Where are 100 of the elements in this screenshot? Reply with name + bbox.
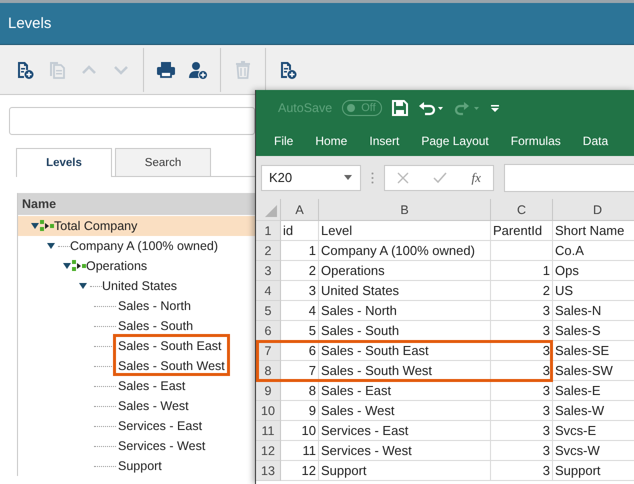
table-cell: 2 [491, 281, 553, 301]
table-cell: ParentId [491, 221, 553, 241]
insert-function-button[interactable]: fx [472, 170, 481, 186]
row-header[interactable]: 11 [256, 421, 281, 441]
tree-item[interactable]: Sales - West [18, 396, 255, 416]
formula-input[interactable] [504, 164, 634, 192]
table-cell: 3 [491, 361, 553, 381]
tree-item[interactable]: Sales - South East [18, 336, 255, 356]
column-header[interactable]: D [553, 199, 634, 221]
table-cell: 2 [281, 261, 319, 281]
table-cell: 3 [491, 341, 553, 361]
tree-item[interactable]: Services - East [18, 416, 255, 436]
table-cell: Ops [553, 261, 634, 281]
table-cell: Services - East [319, 421, 491, 441]
dropdown-icon[interactable] [344, 175, 352, 180]
row-header[interactable]: 3 [256, 261, 281, 281]
tree-item[interactable]: United States [18, 276, 255, 296]
column-header[interactable]: C [491, 199, 553, 221]
ribbon-tab[interactable]: File [274, 134, 294, 148]
table-cell: Sales - South West [319, 361, 491, 381]
column-header[interactable]: A [281, 199, 319, 221]
table-cell: Short Name [553, 221, 634, 241]
table-cell: 5 [281, 321, 319, 341]
table-cell: 1 [281, 241, 319, 261]
table-cell: 10 [281, 421, 319, 441]
table-cell: Support [553, 461, 634, 481]
table-cell [491, 241, 553, 261]
tree-item[interactable]: Operations [18, 256, 255, 276]
name-box[interactable]: K20 [261, 164, 361, 190]
column-header[interactable]: B [319, 199, 491, 221]
table-cell: Sales - South [319, 321, 491, 341]
search-field[interactable] [9, 107, 255, 135]
tab[interactable]: Levels [16, 148, 112, 177]
table-cell: Level [319, 221, 491, 241]
tree-item[interactable]: Sales - East [18, 376, 255, 396]
row-header[interactable]: 10 [256, 401, 281, 421]
table-cell: 6 [281, 341, 319, 361]
row-header[interactable]: 2 [256, 241, 281, 261]
hierarchy-icon [40, 219, 54, 233]
table-cell: 3 [491, 301, 553, 321]
table-cell: US [553, 281, 634, 301]
row-header[interactable]: 12 [256, 441, 281, 461]
table-cell: Svcs-E [553, 421, 634, 441]
ribbon-tab[interactable]: Data [582, 134, 608, 148]
table-cell: United States [319, 281, 491, 301]
row-header[interactable]: 4 [256, 281, 281, 301]
expand-arrow-icon[interactable] [62, 261, 72, 271]
tree-item[interactable]: Sales - South [18, 316, 255, 336]
table-cell: Sales-SW [553, 361, 634, 381]
save-icon[interactable] [392, 100, 408, 116]
expand-arrow-icon[interactable] [78, 281, 88, 291]
tree-item[interactable]: Sales - North [18, 296, 255, 316]
table-cell: 3 [491, 321, 553, 341]
table-cell: 3 [491, 461, 553, 481]
grip-icon [371, 172, 374, 184]
table-cell: 12 [281, 461, 319, 481]
row-header[interactable]: 9 [256, 381, 281, 401]
ribbon-tab[interactable]: Page Layout [421, 134, 489, 148]
tree-item[interactable]: Company A (100% owned) [18, 236, 255, 256]
row-header[interactable]: 13 [256, 461, 281, 481]
autosave-label: AutoSave [278, 100, 332, 114]
expand-arrow-icon[interactable] [30, 221, 40, 231]
table-cell: Sales - South East [319, 341, 491, 361]
table-cell: Operations [319, 261, 491, 281]
table-cell: 3 [491, 421, 553, 441]
tree-item[interactable]: Sales - South West [18, 356, 255, 376]
ribbon-tab[interactable]: Insert [369, 134, 400, 148]
table-cell: 7 [281, 361, 319, 381]
tree-item[interactable]: Services - West [18, 436, 255, 456]
row-header[interactable]: 5 [256, 301, 281, 321]
document-plus-icon[interactable] [278, 60, 298, 80]
tree-item[interactable]: Total Company [18, 216, 255, 236]
table-cell: Sales - East [319, 381, 491, 401]
window-title: Levels [8, 15, 52, 32]
table-cell: Sales - North [319, 301, 491, 321]
table-cell: Sales-W [553, 401, 634, 421]
table-cell: 1 [491, 261, 553, 281]
table-cell: 3 [491, 381, 553, 401]
table-cell: Sales-N [553, 301, 634, 321]
column-header: Name [18, 193, 255, 215]
row-header[interactable]: 6 [256, 321, 281, 341]
table-cell: 11 [281, 441, 319, 461]
table-cell: 4 [281, 301, 319, 321]
document-plus-icon[interactable] [15, 60, 35, 80]
row-header[interactable]: 1 [256, 221, 281, 241]
table-cell: Services - West [319, 441, 491, 461]
table-cell: 9 [281, 401, 319, 421]
tree-item[interactable]: Support [18, 456, 255, 476]
hierarchy-icon [72, 259, 86, 273]
undo-icon[interactable] [418, 100, 444, 116]
table-cell: Sales-SE [553, 341, 634, 361]
checkmark-icon[interactable] [433, 172, 448, 184]
ribbon-tab[interactable]: Home [315, 134, 348, 148]
expand-arrow-icon[interactable] [46, 241, 56, 251]
table-cell: Svcs-W [553, 441, 634, 461]
tab[interactable]: Search [115, 148, 211, 176]
table-cell: Sales - West [319, 401, 491, 421]
add-user-icon[interactable] [188, 60, 208, 80]
printer-icon[interactable] [156, 60, 176, 80]
ribbon-tab[interactable]: Formulas [510, 134, 561, 148]
